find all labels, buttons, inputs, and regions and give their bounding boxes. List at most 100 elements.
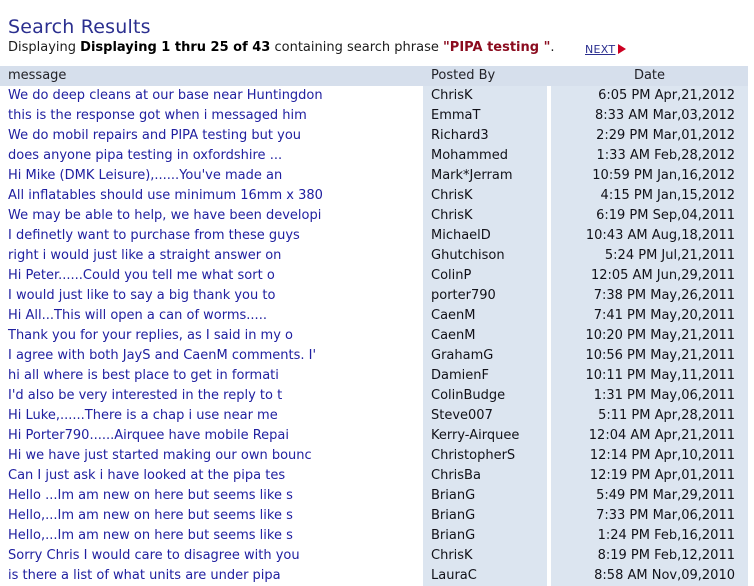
cell-posted-by: CaenM [423, 306, 547, 326]
table-row[interactable]: We do mobil repairs and PIPA testing but… [0, 126, 748, 146]
cell-message[interactable]: Can I just ask i have looked at the pipa… [0, 466, 419, 486]
table-row[interactable]: Hi Porter790......Airquee have mobile Re… [0, 426, 748, 446]
cell-posted-by: MichaelD [423, 226, 547, 246]
cell-message[interactable]: All inflatables should use minimum 16mm … [0, 186, 419, 206]
cell-message[interactable]: We may be able to help, we have been dev… [0, 206, 419, 226]
cell-date: 10:59 PM Jan,16,2012 [551, 166, 748, 186]
search-results-page: Search Results Displaying Displaying 1 t… [0, 0, 754, 586]
search-results-body: We do deep cleans at our base near Hunti… [0, 86, 748, 586]
cell-date: 8:58 AM Nov,09,2010 [551, 566, 748, 586]
cell-posted-by: LauraC [423, 566, 547, 586]
cell-posted-by: porter790 [423, 286, 547, 306]
pagination-next[interactable]: NEXT [585, 43, 627, 57]
table-row[interactable]: I would just like to say a big thank you… [0, 286, 748, 306]
cell-posted-by: Mohammed [423, 146, 547, 166]
cell-date: 1:33 AM Feb,28,2012 [551, 146, 748, 166]
cell-posted-by: ChrisK [423, 186, 547, 206]
cell-message[interactable]: right i would just like a straight answe… [0, 246, 419, 266]
cell-message[interactable]: I definetly want to purchase from these … [0, 226, 419, 246]
table-row[interactable]: does anyone pipa testing in oxfordshire … [0, 146, 748, 166]
cell-posted-by: ChrisBa [423, 466, 547, 486]
cell-posted-by: EmmaT [423, 106, 547, 126]
cell-message[interactable]: We do mobil repairs and PIPA testing but… [0, 126, 419, 146]
table-row[interactable]: All inflatables should use minimum 16mm … [0, 186, 748, 206]
cell-posted-by: ChrisK [423, 206, 547, 226]
cell-message[interactable]: Hi Luke,......There is a chap i use near… [0, 406, 419, 426]
cell-posted-by: BrianG [423, 526, 547, 546]
next-page-link[interactable]: NEXT [585, 43, 615, 56]
right-triangle-icon [618, 44, 627, 54]
cell-date: 12:14 PM Apr,10,2011 [551, 446, 748, 466]
table-row[interactable]: Sorry Chris I would care to disagree wit… [0, 546, 748, 566]
cell-message[interactable]: Hi we have just started making our own b… [0, 446, 419, 466]
page-title: Search Results [8, 15, 151, 38]
column-header-date[interactable]: Date [551, 66, 748, 86]
cell-date: 5:24 PM Jul,21,2011 [551, 246, 748, 266]
cell-message[interactable]: I agree with both JayS and CaenM comment… [0, 346, 419, 366]
table-row[interactable]: I agree with both JayS and CaenM comment… [0, 346, 748, 366]
table-row[interactable]: We may be able to help, we have been dev… [0, 206, 748, 226]
summary-middle: containing search phrase [270, 40, 444, 55]
cell-message[interactable]: I would just like to say a big thank you… [0, 286, 419, 306]
cell-date: 1:31 PM May,06,2011 [551, 386, 748, 406]
cell-message[interactable]: Hi Peter......Could you tell me what sor… [0, 266, 419, 286]
cell-date: 8:19 PM Feb,12,2011 [551, 546, 748, 566]
cell-date: 7:38 PM May,26,2011 [551, 286, 748, 306]
table-row[interactable]: Hello ...Im am new on here but seems lik… [0, 486, 748, 506]
summary-prefix: Displaying [8, 40, 81, 55]
cell-posted-by: ChrisK [423, 86, 547, 106]
cell-date: 10:11 PM May,11,2011 [551, 366, 748, 386]
cell-posted-by: Steve007 [423, 406, 547, 426]
table-row[interactable]: I definetly want to purchase from these … [0, 226, 748, 246]
cell-message[interactable]: Hi Mike (DMK Leisure),......You've made … [0, 166, 419, 186]
cell-date: 2:29 PM Mar,01,2012 [551, 126, 748, 146]
table-row[interactable]: Thank you for your replies, as I said in… [0, 326, 748, 346]
table-row[interactable]: is there a list of what units are under … [0, 566, 748, 586]
cell-date: 10:43 AM Aug,18,2011 [551, 226, 748, 246]
table-row[interactable]: Can I just ask i have looked at the pipa… [0, 466, 748, 486]
table-row[interactable]: Hello,...Im am new on here but seems lik… [0, 506, 748, 526]
cell-posted-by: DamienF [423, 366, 547, 386]
table-row[interactable]: Hello,...Im am new on here but seems lik… [0, 526, 748, 546]
cell-date: 12:05 AM Jun,29,2011 [551, 266, 748, 286]
cell-posted-by: ColinP [423, 266, 547, 286]
cell-message[interactable]: Sorry Chris I would care to disagree wit… [0, 546, 419, 566]
table-row[interactable]: right i would just like a straight answe… [0, 246, 748, 266]
cell-posted-by: BrianG [423, 506, 547, 526]
cell-date: 5:11 PM Apr,28,2011 [551, 406, 748, 426]
cell-message[interactable]: Hello ...Im am new on here but seems lik… [0, 486, 419, 506]
cell-posted-by: Richard3 [423, 126, 547, 146]
cell-date: 10:20 PM May,21,2011 [551, 326, 748, 346]
table-row[interactable]: I'd also be very interested in the reply… [0, 386, 748, 406]
cell-date: 12:04 AM Apr,21,2011 [551, 426, 748, 446]
cell-message[interactable]: Hello,...Im am new on here but seems lik… [0, 506, 419, 526]
column-header-posted-by[interactable]: Posted By [423, 66, 547, 86]
cell-date: 8:33 AM Mar,03,2012 [551, 106, 748, 126]
cell-message[interactable]: I'd also be very interested in the reply… [0, 386, 419, 406]
cell-message[interactable]: Hi Porter790......Airquee have mobile Re… [0, 426, 419, 446]
table-row[interactable]: hi all where is best place to get in for… [0, 366, 748, 386]
table-row[interactable]: this is the response got when i messaged… [0, 106, 748, 126]
cell-message[interactable]: Hello,...Im am new on here but seems lik… [0, 526, 419, 546]
cell-message[interactable]: Hi All...This will open a can of worms..… [0, 306, 419, 326]
summary-search-phrase: "PIPA testing " [443, 40, 551, 55]
table-row[interactable]: Hi All...This will open a can of worms..… [0, 306, 748, 326]
cell-posted-by: Kerry-Airquee [423, 426, 547, 446]
cell-message[interactable]: We do deep cleans at our base near Hunti… [0, 86, 419, 106]
summary-suffix: . [550, 40, 555, 55]
table-row[interactable]: Hi Mike (DMK Leisure),......You've made … [0, 166, 748, 186]
table-header-row: message Posted By Date [0, 66, 748, 86]
cell-message[interactable]: Thank you for your replies, as I said in… [0, 326, 419, 346]
cell-message[interactable]: hi all where is best place to get in for… [0, 366, 419, 386]
cell-date: 6:19 PM Sep,04,2011 [551, 206, 748, 226]
cell-date: 10:56 PM May,21,2011 [551, 346, 748, 366]
table-row[interactable]: Hi Peter......Could you tell me what sor… [0, 266, 748, 286]
table-row[interactable]: We do deep cleans at our base near Hunti… [0, 86, 748, 106]
table-row[interactable]: Hi Luke,......There is a chap i use near… [0, 406, 748, 426]
cell-posted-by: ChrisK [423, 546, 547, 566]
cell-message[interactable]: does anyone pipa testing in oxfordshire … [0, 146, 419, 166]
cell-message[interactable]: is there a list of what units are under … [0, 566, 419, 586]
column-header-message[interactable]: message [0, 66, 419, 86]
table-row[interactable]: Hi we have just started making our own b… [0, 446, 748, 466]
cell-message[interactable]: this is the response got when i messaged… [0, 106, 419, 126]
